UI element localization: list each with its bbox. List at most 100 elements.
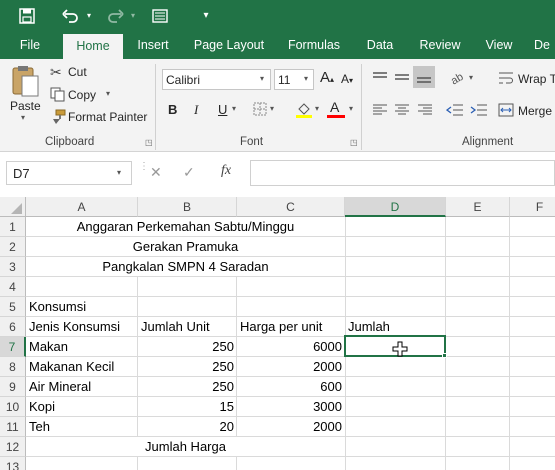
row-header-10[interactable]: 10 xyxy=(0,397,26,417)
customize-qat-icon[interactable]: ▾ xyxy=(196,0,216,31)
tab-developer[interactable]: De xyxy=(534,31,555,59)
font-color-dropdown-icon[interactable]: ▾ xyxy=(349,104,353,113)
row-header-3[interactable]: 3 xyxy=(0,257,26,277)
item-price-cell[interactable]: 600 xyxy=(237,377,342,396)
decrease-indent-icon[interactable] xyxy=(445,104,464,116)
font-name-select[interactable]: Calibri ▾ xyxy=(162,69,271,90)
column-header-a[interactable]: A xyxy=(26,197,138,217)
fill-handle[interactable] xyxy=(442,353,447,358)
item-unit-cell[interactable]: 15 xyxy=(138,397,234,416)
sheet-title-3[interactable]: Pangkalan SMPN 4 Saradan xyxy=(26,257,345,276)
column-header-b[interactable]: B xyxy=(138,197,237,217)
increase-font-icon[interactable]: A▴ xyxy=(320,69,334,86)
row-header-6[interactable]: 6 xyxy=(0,317,26,337)
merge-icon[interactable] xyxy=(498,103,514,117)
italic-button[interactable]: I xyxy=(194,102,198,118)
name-box[interactable]: D7 ▾ xyxy=(6,161,132,185)
row-header-11[interactable]: 11 xyxy=(0,417,26,437)
tab-insert[interactable]: Insert xyxy=(129,31,177,59)
splitter-handle[interactable]: ⋮ xyxy=(139,162,149,182)
paste-button[interactable]: Paste xyxy=(10,99,41,113)
save-icon[interactable] xyxy=(14,0,40,31)
align-center-icon[interactable] xyxy=(394,104,410,116)
item-unit-cell[interactable]: 250 xyxy=(138,337,234,356)
fx-icon[interactable]: fx xyxy=(221,163,239,181)
item-unit-cell[interactable]: 20 xyxy=(138,417,234,436)
item-unit-cell[interactable]: 250 xyxy=(138,357,234,376)
enter-icon[interactable]: ✓ xyxy=(183,164,197,180)
underline-button[interactable]: U xyxy=(218,102,227,117)
increase-indent-icon[interactable] xyxy=(470,104,488,116)
column-header-d[interactable]: D xyxy=(345,197,446,217)
cut-button[interactable]: Cut xyxy=(68,65,87,79)
borders-dropdown-icon[interactable]: ▾ xyxy=(270,104,274,113)
header-cell-jenis[interactable]: Jenis Konsumsi xyxy=(29,317,120,336)
formula-input[interactable] xyxy=(250,160,555,186)
sheet-title-1[interactable]: Anggaran Perkemahan Sabtu/Minggu xyxy=(26,217,345,236)
wrap-text-icon[interactable] xyxy=(498,71,514,85)
row-header-4[interactable]: 4 xyxy=(0,277,26,297)
orientation-dropdown-icon[interactable]: ▾ xyxy=(469,73,473,82)
item-price-cell[interactable]: 3000 xyxy=(237,397,342,416)
format-painter-button[interactable]: Format Painter xyxy=(68,110,147,124)
column-header-e[interactable]: E xyxy=(446,197,510,217)
row-header-2[interactable]: 2 xyxy=(0,237,26,257)
align-right-icon[interactable] xyxy=(417,104,433,116)
item-unit-cell[interactable]: 250 xyxy=(138,377,234,396)
select-all-button[interactable] xyxy=(0,197,26,217)
font-launcher-icon[interactable]: ◳ xyxy=(350,138,358,147)
header-cell-harga[interactable]: Harga per unit xyxy=(240,317,322,336)
align-top-icon[interactable] xyxy=(372,71,388,83)
format-painter-icon[interactable] xyxy=(50,109,66,125)
form-icon[interactable] xyxy=(148,0,172,31)
row-header-7[interactable]: 7 xyxy=(0,337,26,357)
tab-home[interactable]: Home xyxy=(63,34,123,59)
item-name-cell[interactable]: Teh xyxy=(29,417,50,436)
decrease-font-icon[interactable]: A▾ xyxy=(341,72,353,86)
fill-color-icon[interactable] xyxy=(295,100,313,118)
bold-button[interactable]: B xyxy=(168,102,177,117)
copy-icon[interactable] xyxy=(50,87,66,103)
item-price-cell[interactable]: 6000 xyxy=(237,337,342,356)
column-header-c[interactable]: C xyxy=(237,197,345,217)
item-name-cell[interactable]: Makanan Kecil xyxy=(29,357,114,376)
row-header-9[interactable]: 9 xyxy=(0,377,26,397)
undo-dropdown-icon[interactable]: ▾ xyxy=(84,0,94,31)
merge-button[interactable]: Merge xyxy=(518,104,552,118)
tab-file[interactable]: File xyxy=(8,31,52,59)
tab-formulas[interactable]: Formulas xyxy=(281,31,347,59)
column-header-f[interactable]: F xyxy=(510,197,555,217)
copy-button[interactable]: Copy xyxy=(68,88,96,102)
undo-icon[interactable] xyxy=(58,0,82,31)
cut-icon[interactable]: ✂ xyxy=(50,64,66,80)
paste-dropdown-icon[interactable]: ▾ xyxy=(21,113,25,122)
font-color-icon[interactable]: A xyxy=(327,99,345,119)
item-name-cell[interactable]: Kopi xyxy=(29,397,55,416)
fill-color-dropdown-icon[interactable]: ▾ xyxy=(315,104,319,113)
clipboard-launcher-icon[interactable]: ◳ xyxy=(145,138,153,147)
row-header-13[interactable]: 13 xyxy=(0,457,26,470)
redo-dropdown-icon[interactable]: ▾ xyxy=(128,0,138,31)
orientation-icon[interactable]: ab xyxy=(449,69,467,88)
row-header-1[interactable]: 1 xyxy=(0,217,26,237)
tab-page-layout[interactable]: Page Layout xyxy=(188,31,270,59)
sheet-title-2[interactable]: Gerakan Pramuka xyxy=(26,237,345,256)
total-label-cell[interactable]: Jumlah Harga xyxy=(26,437,345,456)
align-left-icon[interactable] xyxy=(372,104,388,116)
wrap-text-button[interactable]: Wrap T xyxy=(518,72,555,86)
header-cell-jumlah[interactable]: Jumlah xyxy=(348,317,390,336)
tab-view[interactable]: View xyxy=(478,31,520,59)
paste-icon[interactable] xyxy=(8,64,42,98)
tab-review[interactable]: Review xyxy=(412,31,468,59)
item-price-cell[interactable]: 2000 xyxy=(237,417,342,436)
item-price-cell[interactable]: 2000 xyxy=(237,357,342,376)
row-header-8[interactable]: 8 xyxy=(0,357,26,377)
redo-icon[interactable] xyxy=(104,0,128,31)
row-header-12[interactable]: 12 xyxy=(0,437,26,457)
font-size-select[interactable]: 11 ▾ xyxy=(274,69,314,90)
item-name-cell[interactable]: Air Mineral xyxy=(29,377,91,396)
underline-dropdown-icon[interactable]: ▾ xyxy=(232,104,236,113)
align-middle-icon[interactable] xyxy=(394,71,410,83)
cancel-icon[interactable]: ✕ xyxy=(150,164,164,180)
item-name-cell[interactable]: Makan xyxy=(29,337,68,356)
